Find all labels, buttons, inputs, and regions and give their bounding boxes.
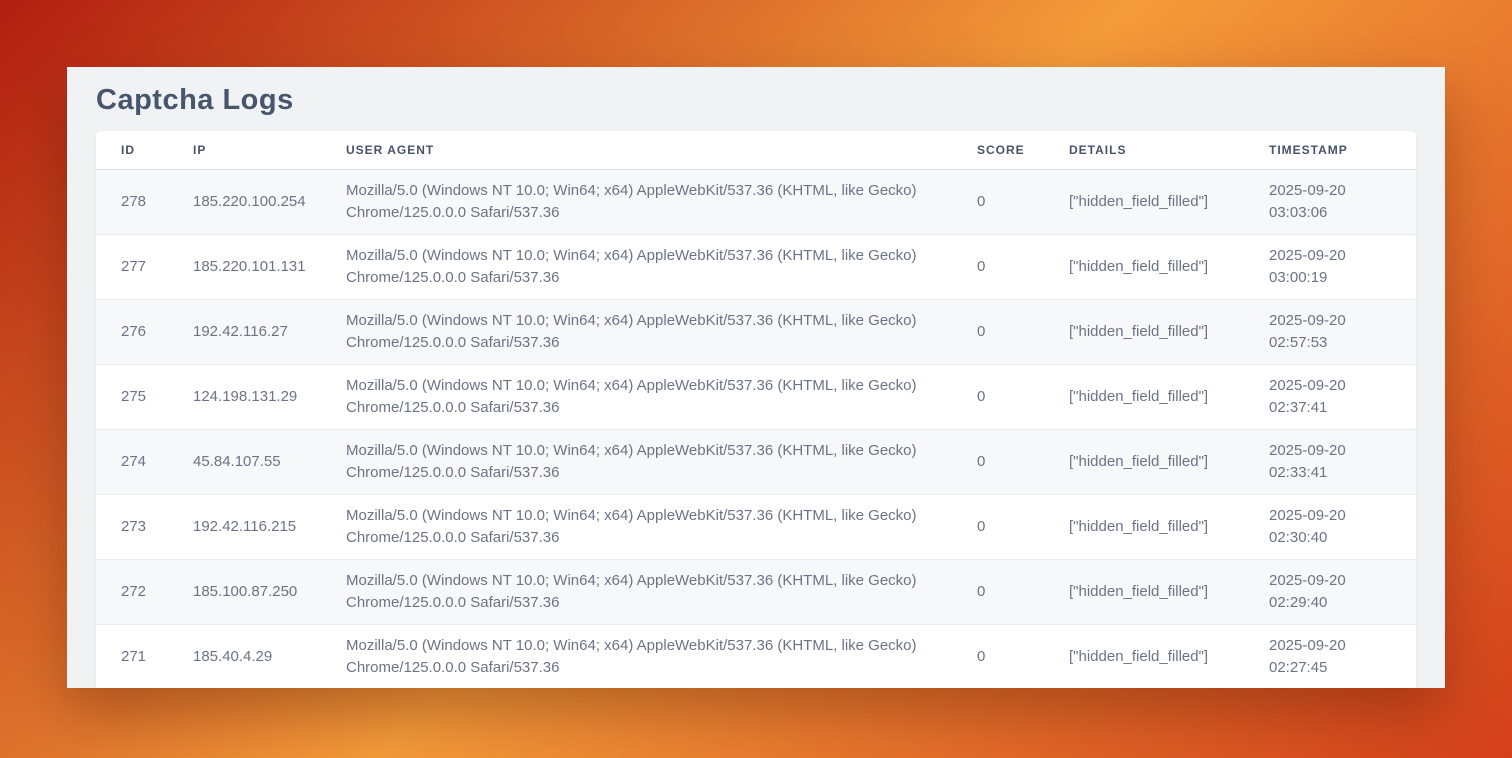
- log-id-cell: 272: [96, 560, 193, 625]
- table-header-row: ID IP USER AGENT SCORE DETAILS TIMESTAMP: [96, 131, 1416, 170]
- log-row: 275 124.198.131.29 Mozilla/5.0 (Windows …: [96, 365, 1416, 430]
- log-user-agent-cell: Mozilla/5.0 (Windows NT 10.0; Win64; x64…: [346, 170, 977, 235]
- log-id-cell: 277: [96, 235, 193, 300]
- log-user-agent-cell: Mozilla/5.0 (Windows NT 10.0; Win64; x64…: [346, 625, 977, 688]
- column-header-score: SCORE: [977, 131, 1069, 170]
- log-row: 277 185.220.101.131 Mozilla/5.0 (Windows…: [96, 235, 1416, 300]
- log-ip-cell: 124.198.131.29: [193, 365, 346, 430]
- log-details-cell: ["hidden_field_filled"]: [1069, 300, 1269, 365]
- log-score-cell: 0: [977, 170, 1069, 235]
- log-ip-cell: 185.220.100.254: [193, 170, 346, 235]
- column-header-details: DETAILS: [1069, 131, 1269, 170]
- log-timestamp-cell: 2025-09-20 03:03:06: [1269, 170, 1416, 235]
- log-ip-cell: 45.84.107.55: [193, 430, 346, 495]
- log-score-cell: 0: [977, 560, 1069, 625]
- log-row: 272 185.100.87.250 Mozilla/5.0 (Windows …: [96, 560, 1416, 625]
- log-user-agent-cell: Mozilla/5.0 (Windows NT 10.0; Win64; x64…: [346, 365, 977, 430]
- log-id-cell: 278: [96, 170, 193, 235]
- log-score-cell: 0: [977, 300, 1069, 365]
- log-details-cell: ["hidden_field_filled"]: [1069, 430, 1269, 495]
- log-row: 273 192.42.116.215 Mozilla/5.0 (Windows …: [96, 495, 1416, 560]
- log-timestamp-cell: 2025-09-20 02:30:40: [1269, 495, 1416, 560]
- log-id-cell: 273: [96, 495, 193, 560]
- log-row: 274 45.84.107.55 Mozilla/5.0 (Windows NT…: [96, 430, 1416, 495]
- log-row: 278 185.220.100.254 Mozilla/5.0 (Windows…: [96, 170, 1416, 235]
- logs-table-container: ID IP USER AGENT SCORE DETAILS TIMESTAMP…: [96, 131, 1416, 688]
- log-timestamp-cell: 2025-09-20 02:27:45: [1269, 625, 1416, 688]
- log-user-agent-cell: Mozilla/5.0 (Windows NT 10.0; Win64; x64…: [346, 430, 977, 495]
- captcha-logs-table: ID IP USER AGENT SCORE DETAILS TIMESTAMP…: [96, 131, 1416, 688]
- log-row: 276 192.42.116.27 Mozilla/5.0 (Windows N…: [96, 300, 1416, 365]
- log-timestamp-cell: 2025-09-20 02:33:41: [1269, 430, 1416, 495]
- log-id-cell: 275: [96, 365, 193, 430]
- column-header-timestamp: TIMESTAMP: [1269, 131, 1416, 170]
- log-details-cell: ["hidden_field_filled"]: [1069, 560, 1269, 625]
- log-id-cell: 271: [96, 625, 193, 688]
- log-timestamp-cell: 2025-09-20 02:37:41: [1269, 365, 1416, 430]
- log-ip-cell: 192.42.116.27: [193, 300, 346, 365]
- log-timestamp-cell: 2025-09-20 03:00:19: [1269, 235, 1416, 300]
- log-timestamp-cell: 2025-09-20 02:57:53: [1269, 300, 1416, 365]
- log-ip-cell: 185.100.87.250: [193, 560, 346, 625]
- log-score-cell: 0: [977, 495, 1069, 560]
- log-id-cell: 276: [96, 300, 193, 365]
- log-id-cell: 274: [96, 430, 193, 495]
- log-user-agent-cell: Mozilla/5.0 (Windows NT 10.0; Win64; x64…: [346, 495, 977, 560]
- log-details-cell: ["hidden_field_filled"]: [1069, 625, 1269, 688]
- log-row: 271 185.40.4.29 Mozilla/5.0 (Windows NT …: [96, 625, 1416, 688]
- column-header-id: ID: [96, 131, 193, 170]
- log-details-cell: ["hidden_field_filled"]: [1069, 170, 1269, 235]
- log-user-agent-cell: Mozilla/5.0 (Windows NT 10.0; Win64; x64…: [346, 300, 977, 365]
- log-score-cell: 0: [977, 235, 1069, 300]
- log-user-agent-cell: Mozilla/5.0 (Windows NT 10.0; Win64; x64…: [346, 560, 977, 625]
- log-ip-cell: 192.42.116.215: [193, 495, 346, 560]
- page-title: Captcha Logs: [96, 67, 1416, 131]
- page-background: Captcha Logs ID IP USER AGENT SCORE DETA…: [0, 0, 1512, 758]
- log-ip-cell: 185.40.4.29: [193, 625, 346, 688]
- log-score-cell: 0: [977, 365, 1069, 430]
- log-details-cell: ["hidden_field_filled"]: [1069, 235, 1269, 300]
- log-details-cell: ["hidden_field_filled"]: [1069, 495, 1269, 560]
- log-user-agent-cell: Mozilla/5.0 (Windows NT 10.0; Win64; x64…: [346, 235, 977, 300]
- log-ip-cell: 185.220.101.131: [193, 235, 346, 300]
- log-details-cell: ["hidden_field_filled"]: [1069, 365, 1269, 430]
- log-score-cell: 0: [977, 625, 1069, 688]
- captcha-logs-card: Captcha Logs ID IP USER AGENT SCORE DETA…: [67, 67, 1445, 688]
- log-timestamp-cell: 2025-09-20 02:29:40: [1269, 560, 1416, 625]
- log-score-cell: 0: [977, 430, 1069, 495]
- column-header-user-agent: USER AGENT: [346, 131, 977, 170]
- column-header-ip: IP: [193, 131, 346, 170]
